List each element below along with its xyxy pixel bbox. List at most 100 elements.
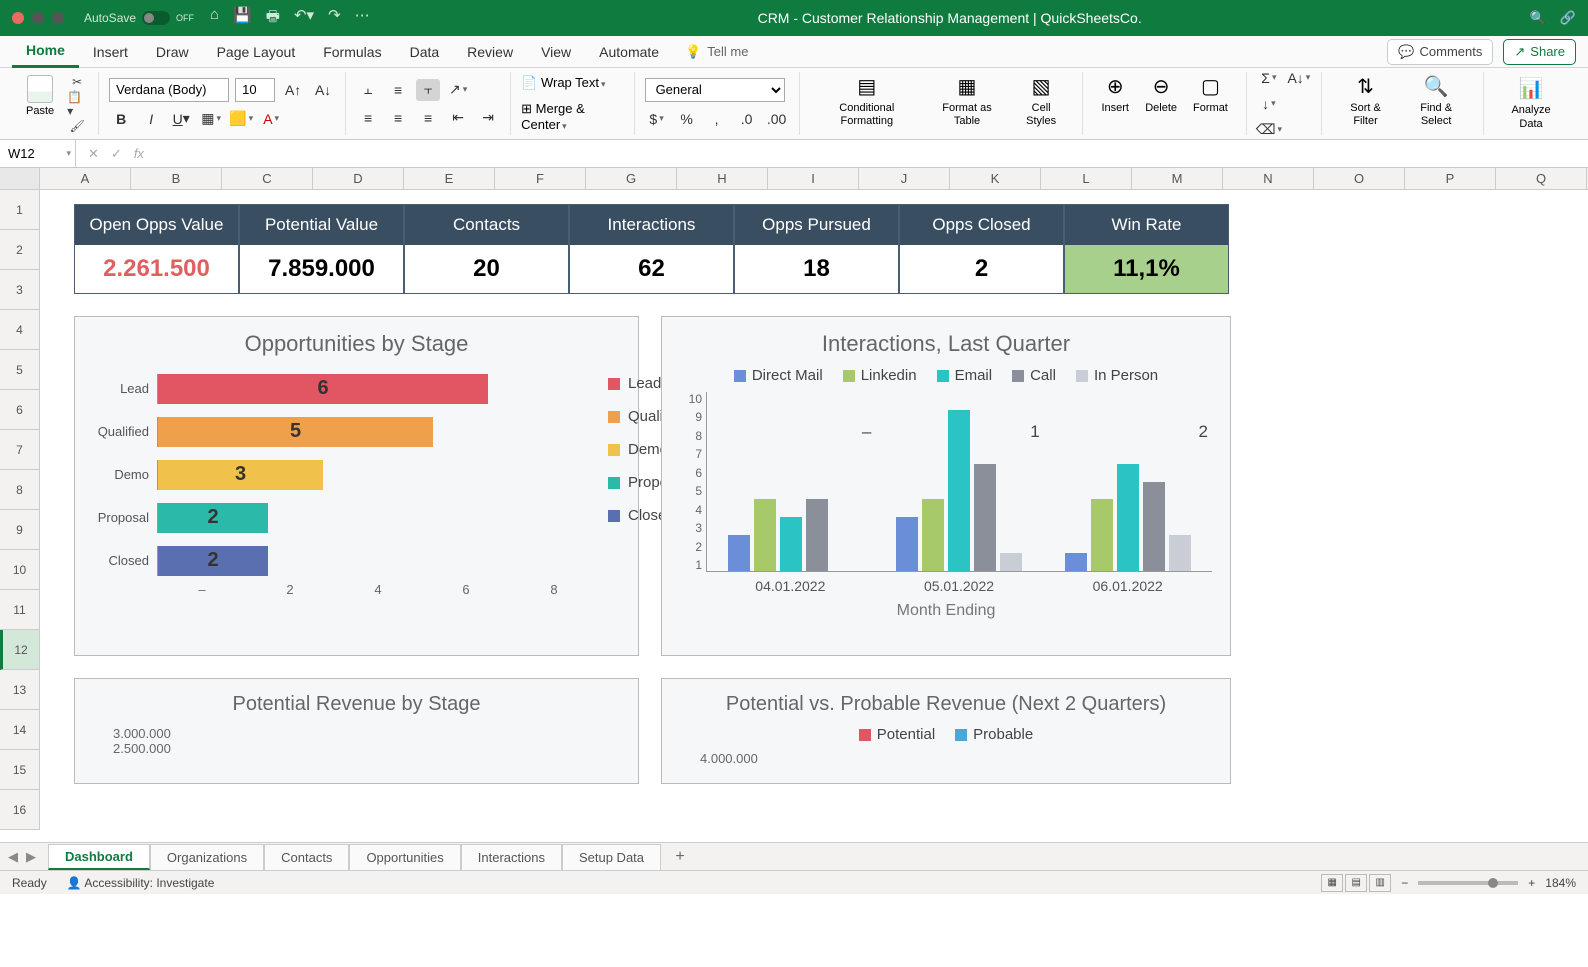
percent-icon[interactable]: % [675,108,699,130]
zoom-level[interactable]: 184% [1545,876,1576,890]
copy-icon[interactable]: 📋▾ [66,95,88,113]
column-header[interactable]: N [1223,168,1314,189]
normal-view-icon[interactable]: ▦ [1321,874,1343,892]
increase-font-icon[interactable]: A↑ [281,79,305,101]
chart-potential-vs-probable[interactable]: Potential vs. Probable Revenue (Next 2 Q… [661,678,1231,784]
column-header[interactable]: C [222,168,313,189]
row-header[interactable]: 3 [0,270,39,310]
format-as-table-button[interactable]: ▦Format as Table [924,72,1010,135]
sheet-tab[interactable]: Organizations [150,844,264,870]
cut-icon[interactable]: ✂ [66,73,88,91]
accessibility-checker[interactable]: 👤 Accessibility: Investigate [67,876,215,890]
sheet-tab[interactable]: Setup Data [562,844,661,870]
format-cells-button[interactable]: ▢Format [1185,72,1236,135]
underline-button[interactable]: U▾ [169,108,193,130]
undo-icon[interactable]: ↶▾ [294,6,314,31]
insert-cells-button[interactable]: ⊕Insert [1093,72,1137,135]
fill-color-button[interactable]: 🟨 [229,108,253,130]
row-header[interactable]: 8 [0,470,39,510]
sheet-prev-icon[interactable]: ◀ [8,849,18,865]
paste-button[interactable]: Paste [20,73,60,135]
orientation-icon[interactable]: ↗ [446,79,470,101]
grid-content[interactable]: Open Opps Value2.261.500Potential Value7… [40,190,1588,842]
row-header[interactable]: 12 [0,630,39,670]
toggle-switch[interactable] [142,11,170,25]
font-size-select[interactable] [235,78,275,102]
clear-icon[interactable]: ⌫ [1257,119,1281,141]
tab-page-layout[interactable]: Page Layout [203,36,310,68]
border-button[interactable]: ▦ [199,108,223,130]
comma-icon[interactable]: , [705,108,729,130]
sheet-tab[interactable]: Contacts [264,844,349,870]
sheet-next-icon[interactable]: ▶ [26,849,36,865]
align-middle-icon[interactable]: ≡ [386,79,410,101]
sort-az-icon[interactable]: A↓ [1287,67,1311,89]
tab-draw[interactable]: Draw [142,36,203,68]
tell-me-search[interactable]: 💡 Tell me [685,44,748,60]
column-header[interactable]: E [404,168,495,189]
accept-formula-icon[interactable]: ✓ [111,146,122,162]
comments-button[interactable]: 💬 Comments [1387,39,1493,65]
currency-icon[interactable]: $ [645,108,669,130]
sort-filter-button[interactable]: ⇅Sort & Filter [1332,72,1399,135]
fill-icon[interactable]: ↓ [1257,93,1281,115]
increase-decimal-icon[interactable]: .00 [765,108,789,130]
column-header[interactable]: G [586,168,677,189]
align-center-icon[interactable]: ≡ [386,107,410,129]
maximize-window[interactable] [52,12,64,24]
autosave-toggle[interactable]: AutoSave OFF [84,11,194,25]
delete-cells-button[interactable]: ⊖Delete [1137,72,1185,135]
column-header[interactable]: F [495,168,586,189]
row-header[interactable]: 9 [0,510,39,550]
column-header[interactable]: O [1314,168,1405,189]
row-header[interactable]: 7 [0,430,39,470]
sheet-tab[interactable]: Interactions [461,844,562,870]
align-left-icon[interactable]: ≡ [356,107,380,129]
column-header[interactable]: Q [1496,168,1587,189]
column-header[interactable]: K [950,168,1041,189]
column-header[interactable]: M [1132,168,1223,189]
close-window[interactable] [12,12,24,24]
column-header[interactable]: J [859,168,950,189]
window-controls[interactable] [12,12,64,24]
column-header[interactable]: L [1041,168,1132,189]
column-header[interactable]: P [1405,168,1496,189]
merge-center-button[interactable]: ⊞ Merge & Center [521,101,623,132]
row-header[interactable]: 4 [0,310,39,350]
align-right-icon[interactable]: ≡ [416,107,440,129]
row-header[interactable]: 6 [0,390,39,430]
select-all-corner[interactable] [0,168,40,189]
cancel-formula-icon[interactable]: ✕ [88,146,99,162]
column-header[interactable]: I [768,168,859,189]
chart-opportunities-by-stage[interactable]: Opportunities by Stage Lead 6Qualified 5… [74,316,639,656]
column-header[interactable]: H [677,168,768,189]
save-icon[interactable]: 💾 [233,6,252,31]
column-header[interactable]: A [40,168,131,189]
align-top-icon[interactable]: ⫠ [356,79,380,101]
increase-indent-icon[interactable]: ⇥ [476,107,500,129]
tab-review[interactable]: Review [453,36,527,68]
row-header[interactable]: 1 [0,190,39,230]
tab-formulas[interactable]: Formulas [309,36,395,68]
cell-styles-button[interactable]: ▧Cell Styles [1010,72,1072,135]
page-layout-view-icon[interactable]: ▤ [1345,874,1367,892]
tab-home[interactable]: Home [12,36,79,68]
zoom-in-button[interactable]: + [1528,876,1535,890]
row-header[interactable]: 15 [0,750,39,790]
print-icon[interactable]: 🖶 [266,6,280,31]
row-header[interactable]: 2 [0,230,39,270]
find-select-button[interactable]: 🔍Find & Select [1399,72,1473,135]
sheet-tab[interactable]: Dashboard [48,844,150,870]
tab-view[interactable]: View [527,36,585,68]
share-button[interactable]: ↗ Share [1503,39,1576,65]
more-icon[interactable]: ⋯ [355,6,370,31]
bold-button[interactable]: B [109,108,133,130]
search-icon[interactable]: 🔍 [1530,10,1546,26]
tab-insert[interactable]: Insert [79,36,142,68]
analyze-data-button[interactable]: 📊Analyze Data [1494,74,1568,132]
italic-button[interactable]: I [139,108,163,130]
redo-icon[interactable]: ↷ [328,6,341,31]
wrap-text-button[interactable]: 📄 Wrap Text [521,75,605,91]
formula-input[interactable] [156,140,1588,167]
format-painter-icon[interactable]: 🖌 [66,117,88,135]
